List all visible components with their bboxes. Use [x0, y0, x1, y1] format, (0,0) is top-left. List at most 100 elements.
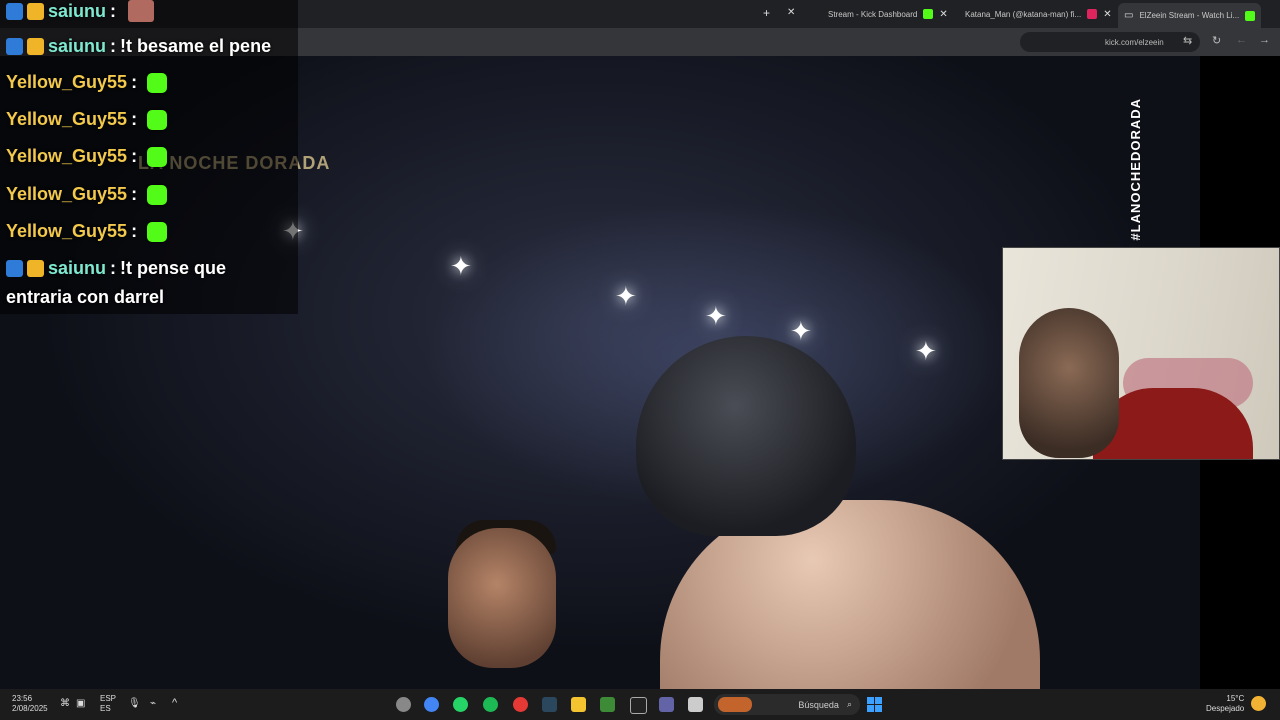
chat-message: Yellow_Guy55 : [6, 184, 168, 205]
chevron-up-icon[interactable]: ^ [172, 698, 177, 709]
chat-message: Yellow_Guy55 : [6, 72, 168, 93]
kick-emote-icon [147, 72, 168, 93]
taskbar-search[interactable]: Búsqueda ⌕ [714, 694, 860, 715]
chat-username: saiunu [48, 36, 107, 56]
battery-icon[interactable]: ⌁ [150, 699, 156, 709]
opera-icon[interactable] [513, 697, 528, 712]
chat-message: Yellow_Guy55 : [6, 109, 168, 130]
obs-icon[interactable] [396, 697, 411, 712]
webcam-overlay [1002, 247, 1280, 460]
chat-text: !t pense que [120, 258, 227, 278]
clock-date: 2/08/2025 [12, 704, 48, 713]
weather-desc: Despejado [1206, 704, 1245, 713]
stage-light: ✦ [790, 316, 812, 346]
windows-start-icon[interactable] [867, 697, 882, 712]
back-icon[interactable]: → [1259, 34, 1270, 46]
webcam-person [1019, 308, 1119, 458]
weather-widget[interactable]: 15°C Despejado [1206, 694, 1244, 714]
close-icon[interactable]: ✕ [1103, 9, 1111, 20]
tab-katana-man[interactable]: Katana_Man (@katana-man) fi... ✕ [965, 4, 1112, 24]
moon-icon [1251, 696, 1266, 711]
search-icon: ⌕ [846, 699, 852, 709]
kick-emote-icon [147, 221, 168, 242]
forward-icon[interactable]: ← [1236, 34, 1247, 46]
chat-username: Yellow_Guy55 [6, 109, 128, 129]
microphone-icon[interactable]: 🎙 [128, 699, 141, 709]
language-bottom: ES [100, 704, 111, 713]
teams-icon[interactable] [659, 697, 674, 712]
chat-message: saiunu : [6, 0, 155, 22]
whatsapp-icon[interactable] [453, 697, 468, 712]
url-field[interactable]: kick.com/elzeein [1020, 32, 1200, 52]
chat-separator: : [110, 0, 117, 21]
chat-username: saiunu [48, 258, 107, 278]
weather-temp: 15°C [1226, 694, 1245, 703]
chat-text: !t besame el pene [120, 36, 272, 56]
desktop-icon[interactable]: ▣ [76, 699, 85, 709]
chrome-icon[interactable] [424, 697, 439, 712]
verified-badge-icon [6, 260, 23, 277]
clock[interactable]: 23:56 2/08/2025 [12, 694, 48, 714]
chat-username: Yellow_Guy55 [6, 146, 128, 166]
chat-separator: : [110, 258, 117, 278]
emote-image [128, 0, 155, 22]
spotify-icon[interactable] [483, 697, 498, 712]
kick-emote-icon [147, 146, 168, 167]
tab-elzeein-stream[interactable]: ▭ ElZeein Stream - Watch Li... [1118, 3, 1262, 28]
chat-message: saiunu : !t besame el pene [6, 36, 271, 57]
kick-icon [1245, 10, 1256, 21]
tab-menu-icon[interactable]: ▭ [1124, 10, 1133, 21]
chat-username: Yellow_Guy55 [6, 221, 128, 241]
language-indicator[interactable]: ESP ES [100, 694, 116, 714]
chat-username: saiunu [48, 0, 107, 21]
crown-badge-icon [27, 38, 44, 55]
kick-emote-icon [147, 109, 168, 130]
kick-emote-icon [147, 184, 168, 205]
chat-message: Yellow_Guy55 : [6, 221, 168, 242]
crown-badge-icon [27, 260, 44, 277]
clock-time: 23:56 [12, 694, 33, 703]
reload-icon[interactable]: ↻ [1212, 34, 1221, 47]
search-highlight-icon [718, 697, 752, 712]
stage-light: ✦ [450, 251, 472, 281]
tiktok-icon [1087, 9, 1098, 19]
kick-icon [923, 9, 934, 19]
fighter-headgear [636, 336, 856, 536]
minecraft-icon[interactable] [600, 697, 615, 712]
chat-separator: : [131, 109, 138, 129]
site-settings-icon[interactable]: ⇆ [1183, 34, 1192, 47]
task-view-icon[interactable] [688, 697, 703, 712]
crown-badge-icon [27, 2, 44, 20]
tab-label: Katana_Man (@katana-man) fi... [965, 9, 1082, 19]
stage-light: ✦ [615, 281, 637, 311]
chat-separator: : [131, 221, 138, 241]
stage-light: ✦ [915, 336, 937, 366]
chat-message: Yellow_Guy55 : [6, 146, 168, 167]
search-label: Búsqueda [798, 699, 839, 710]
tab-label: ElZeein Stream - Watch Li... [1139, 11, 1240, 20]
verified-badge-icon [6, 2, 23, 20]
verified-badge-icon [6, 38, 23, 55]
chat-message: saiunu : !t pense que [6, 258, 226, 279]
stage-light: ✦ [705, 301, 727, 331]
tab-label: Stream - Kick Dashboard [828, 9, 918, 19]
chat-text-continued: entraria con darrel [6, 287, 165, 307]
chat-username: Yellow_Guy55 [6, 184, 128, 204]
chat-separator: : [131, 146, 138, 166]
event-hashtag: #LANOCHEDORADA [1128, 98, 1143, 241]
tab-kick-dashboard[interactable]: Stream - Kick Dashboard ✕ [828, 4, 948, 24]
taskbar: 23:56 2/08/2025 ⌘ ▣ ESP ES 🎙 ⌁ ^ Búsqued… [0, 689, 1280, 720]
steam-icon[interactable] [542, 697, 557, 712]
close-icon[interactable]: ✕ [787, 7, 795, 18]
chat-separator: : [110, 36, 117, 56]
chat-separator: : [131, 184, 138, 204]
new-tab-button[interactable]: + [763, 6, 770, 20]
chat-username: Yellow_Guy55 [6, 72, 128, 92]
url-text: kick.com/elzeein [1105, 37, 1164, 47]
chat-separator: : [131, 72, 138, 92]
language-top: ESP [100, 694, 117, 703]
notification-icon[interactable]: ⌘ [60, 699, 70, 709]
capcut-icon[interactable] [630, 697, 647, 714]
close-icon[interactable]: ✕ [939, 9, 947, 20]
folder-icon[interactable] [571, 697, 586, 712]
